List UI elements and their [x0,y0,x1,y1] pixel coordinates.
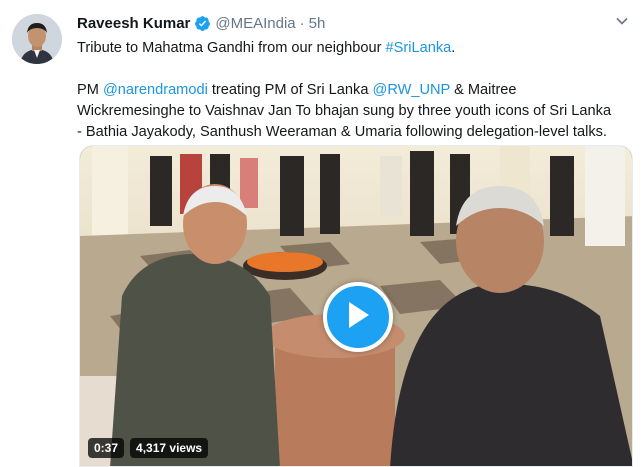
play-icon [345,300,371,335]
verified-badge-icon [194,15,211,32]
mention-link[interactable]: @RW_UNP [373,82,451,98]
video-player[interactable]: 0:37 4,317 views [79,145,633,467]
separator: · [299,14,305,32]
tweet-line-1: Tribute to Mahatma Gandhi from our neigh… [77,38,637,59]
tweet-line-4: - Bathia Jayakody, Santhush Weeraman & U… [77,124,607,140]
tweet-header: Raveesh Kumar @MEAIndia · 5h [77,12,325,34]
text-segment: . [451,40,456,56]
author-handle[interactable]: @MEAIndia [215,15,295,32]
hashtag-link[interactable]: #SriLanka [386,40,452,56]
video-duration: 0:37 [88,438,125,458]
text-segment: PM [77,82,103,98]
text-segment: treating PM of Sri Lanka [207,82,373,98]
tweet-line-2: PM @narendramodi treating PM of Sri Lank… [77,80,637,101]
video-badges: 0:37 4,317 views [88,438,209,458]
mention-link[interactable]: @narendramodi [103,82,208,98]
tweet-card[interactable]: Raveesh Kumar @MEAIndia · 5h Tribute to … [0,0,643,467]
text-segment: & Maitree [450,82,517,98]
video-view-count: 4,317 views [130,438,209,458]
avatar[interactable] [12,14,62,64]
text-segment: Tribute to Mahatma Gandhi from our neigh… [77,40,386,56]
tweet-text: Tribute to Mahatma Gandhi from our neigh… [77,38,637,143]
tweet-line-3: Wickremesinghe to Vaishnav Jan To bhajan… [77,103,612,119]
play-button[interactable] [323,282,393,352]
chevron-down-icon[interactable] [615,14,629,28]
author-name[interactable]: Raveesh Kumar [77,15,190,32]
timestamp[interactable]: 5h [309,15,326,32]
